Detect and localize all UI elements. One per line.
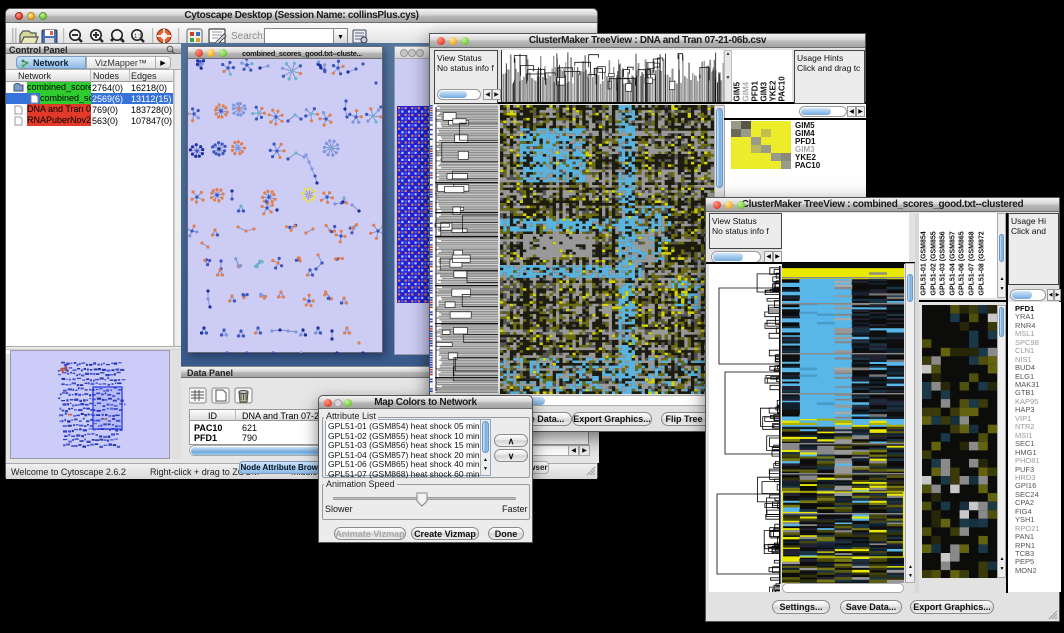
svg-text:1:1: 1:1: [134, 34, 143, 40]
svg-text:Search:: Search:: [231, 31, 265, 42]
